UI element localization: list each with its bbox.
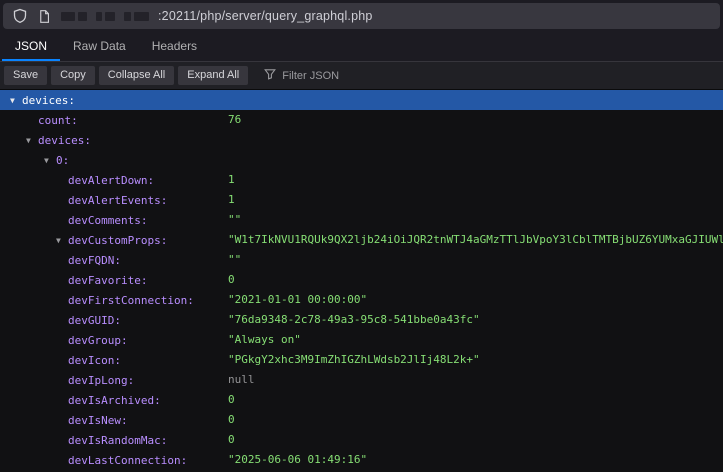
json-key: devices: [22, 94, 75, 107]
json-key: devIpLong: [68, 374, 134, 387]
filter-json-input[interactable] [282, 70, 432, 82]
json-value: 0 [228, 390, 235, 410]
json-key: devAlertDown: [68, 174, 154, 187]
json-key: devFirstConnection: [68, 294, 194, 307]
json-value: "2025-06-06 01:49:16" [228, 450, 367, 470]
json-key: devIsArchived: [68, 394, 161, 407]
json-row[interactable]: ▼devices: [0, 130, 723, 150]
json-key: devLastConnection: [68, 454, 187, 467]
json-row[interactable]: devFavorite: 0 [0, 270, 723, 290]
json-key: devGUID: [68, 314, 121, 327]
expand-arrow-icon[interactable]: ▼ [10, 96, 22, 105]
json-key: 0: [56, 154, 69, 167]
json-value: "" [228, 250, 241, 270]
json-key: devices: [38, 134, 91, 147]
url-bar[interactable]: :20211/php/server/query_graphql.php [3, 3, 720, 29]
json-key: devIsRandomMac: [68, 434, 167, 447]
json-row[interactable]: devIsNew: 0 [0, 410, 723, 430]
json-value: 0 [228, 430, 235, 450]
json-row[interactable]: devLastConnection: "2025-06-06 01:49:16" [0, 450, 723, 470]
json-value: "" [228, 210, 241, 230]
json-row[interactable]: devAlertEvents: 1 [0, 190, 723, 210]
json-row[interactable]: devGroup: "Always on" [0, 330, 723, 350]
json-key: devIcon: [68, 354, 121, 367]
json-row[interactable]: count: 76 [0, 110, 723, 130]
json-value: "76da9348-2c78-49a3-95c8-541bbe0a43fc" [228, 310, 480, 330]
json-value: 0 [228, 410, 235, 430]
expand-all-button[interactable]: Expand All [178, 66, 248, 85]
json-value: "2021-01-01 00:00:00" [228, 290, 367, 310]
json-value: 76 [228, 110, 241, 130]
json-key: devFavorite: [68, 274, 147, 287]
expand-arrow-icon[interactable]: ▼ [56, 236, 68, 245]
tab-headers[interactable]: Headers [139, 32, 210, 61]
json-value: "W1t7IkNVU1RQUk9QX2ljb24iOiJQR2tnWTJ4aGM… [228, 230, 723, 250]
json-row[interactable]: devAlertDown: 1 [0, 170, 723, 190]
json-row[interactable]: devComments: "" [0, 210, 723, 230]
browser-chrome: :20211/php/server/query_graphql.php [0, 0, 723, 32]
json-value: 1 [228, 190, 235, 210]
json-row[interactable]: devFQDN: "" [0, 250, 723, 270]
json-tree: ▼devices:count:76▼devices:▼0:devAlertDow… [0, 90, 723, 470]
json-row[interactable]: ▼0: [0, 150, 723, 170]
json-key: devIsNew: [68, 414, 128, 427]
json-key: devAlertEvents: [68, 194, 167, 207]
json-key: count: [38, 114, 78, 127]
json-value: "PGkgY2xhc3M9ImZhIGZhLWdsb2JlIj48L2k+" [228, 350, 480, 370]
redacted-ip [61, 12, 149, 21]
json-row[interactable]: devIpLong: null [0, 370, 723, 390]
json-value: 1 [228, 170, 235, 190]
json-row[interactable]: devIcon: "PGkgY2xhc3M9ImZhIGZhLWdsb2JlIj4… [0, 350, 723, 370]
json-row[interactable]: devIsRandomMac: 0 [0, 430, 723, 450]
json-key: devComments: [68, 214, 147, 227]
expand-arrow-icon[interactable]: ▼ [44, 156, 56, 165]
copy-button[interactable]: Copy [51, 66, 95, 85]
page-icon[interactable] [37, 9, 52, 24]
json-value: "Always on" [228, 330, 301, 350]
json-value: 0 [228, 270, 235, 290]
viewer-tab-bar: JSON Raw Data Headers [0, 32, 723, 62]
json-key: devGroup: [68, 334, 128, 347]
url-text: :20211/php/server/query_graphql.php [158, 9, 373, 23]
save-button[interactable]: Save [4, 66, 47, 85]
json-key: devCustomProps: [68, 234, 167, 247]
filter-container [264, 67, 432, 85]
tab-raw-data[interactable]: Raw Data [60, 32, 139, 61]
funnel-icon [264, 67, 276, 85]
collapse-all-button[interactable]: Collapse All [99, 66, 174, 85]
json-row[interactable]: ▼devices: [0, 90, 723, 110]
tab-json[interactable]: JSON [2, 32, 60, 61]
expand-arrow-icon[interactable]: ▼ [26, 136, 38, 145]
json-key: devFQDN: [68, 254, 121, 267]
json-row[interactable]: devIsArchived: 0 [0, 390, 723, 410]
json-row[interactable]: devFirstConnection: "2021-01-01 00:00:00" [0, 290, 723, 310]
json-toolbar: Save Copy Collapse All Expand All [0, 62, 723, 90]
json-row[interactable]: ▼devCustomProps: "W1t7IkNVU1RQUk9QX2ljb24… [0, 230, 723, 250]
json-row[interactable]: devGUID: "76da9348-2c78-49a3-95c8-541bbe0… [0, 310, 723, 330]
shield-icon[interactable] [12, 8, 28, 24]
json-value: null [228, 370, 255, 390]
